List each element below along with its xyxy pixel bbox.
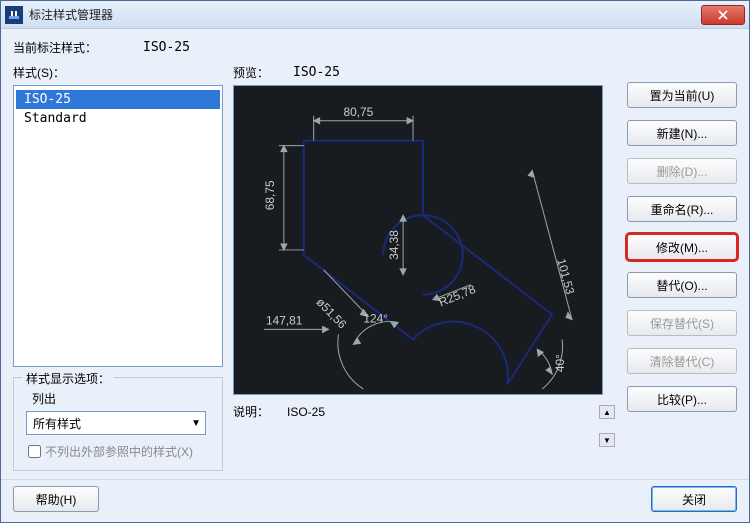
preview-label: 预览： [233, 64, 293, 81]
scroll-down-button[interactable]: ▼ [599, 433, 615, 447]
current-style-label: 当前标注样式： [13, 39, 143, 56]
left-column: 样式(S)： ISO-25 Standard 样式显示选项： 列出 所有样式 ▼… [13, 64, 223, 471]
scroll-up-button[interactable]: ▲ [599, 405, 615, 419]
close-button[interactable]: 关闭 [651, 486, 737, 512]
help-button[interactable]: 帮助(H) [13, 486, 99, 512]
svg-text:80,75: 80,75 [343, 105, 373, 119]
title-bar: 标注样式管理器 [1, 1, 749, 29]
close-icon [717, 10, 729, 20]
svg-text:68,75: 68,75 [263, 180, 277, 210]
exclude-xref-checkbox[interactable] [28, 445, 41, 458]
save-override-button: 保存替代(S) [627, 310, 737, 336]
list-item[interactable]: ISO-25 [16, 90, 220, 109]
exclude-xref-checkbox-row[interactable]: 不列出外部参照中的样式(X) [28, 443, 214, 460]
list-item[interactable]: Standard [16, 109, 220, 128]
footer-spacer [99, 486, 651, 512]
compare-button[interactable]: 比较(P)... [627, 386, 737, 412]
display-options-legend: 样式显示选项： [22, 370, 114, 387]
list-sub-label: 列出 [32, 390, 214, 407]
new-button[interactable]: 新建(N)... [627, 120, 737, 146]
set-current-button[interactable]: 置为当前(U) [627, 82, 737, 108]
description-box: ISO-25 ▲ ▼ [283, 403, 617, 449]
window-title: 标注样式管理器 [29, 6, 701, 23]
preview-canvas: 80,75 68,75 34,38 101,53 ø51,56 R25,78 1… [233, 85, 603, 395]
svg-text:R25,78: R25,78 [437, 282, 478, 310]
clear-override-button: 清除替代(C) [627, 348, 737, 374]
description-row: 说明： ISO-25 ▲ ▼ [233, 403, 617, 449]
preview-style-name: ISO-25 [293, 65, 340, 80]
svg-text:34,38: 34,38 [387, 230, 401, 260]
close-window-button[interactable] [701, 5, 745, 25]
current-style-value: ISO-25 [143, 40, 190, 55]
dialog-footer: 帮助(H) 关闭 [1, 479, 749, 522]
app-icon [5, 6, 23, 24]
middle-column: 预览： ISO-25 [233, 64, 617, 471]
description-text: ISO-25 [287, 405, 325, 419]
delete-button: 删除(D)... [627, 158, 737, 184]
svg-text:40°: 40° [553, 354, 567, 372]
dialog-body: 当前标注样式： ISO-25 样式(S)： ISO-25 Standard 样式… [1, 29, 749, 479]
exclude-xref-label: 不列出外部参照中的样式(X) [45, 443, 193, 460]
display-options-group: 样式显示选项： 列出 所有样式 ▼ 不列出外部参照中的样式(X) [13, 377, 223, 471]
styles-label: 样式(S)： [13, 64, 223, 81]
dialog-window: 标注样式管理器 当前标注样式： ISO-25 样式(S)： ISO-25 Sta… [0, 0, 750, 523]
preview-drawing: 80,75 68,75 34,38 101,53 ø51,56 R25,78 1… [234, 86, 602, 394]
svg-text:147,81: 147,81 [266, 313, 303, 327]
main-area: 样式(S)： ISO-25 Standard 样式显示选项： 列出 所有样式 ▼… [13, 64, 737, 471]
chevron-down-icon: ▼ [191, 418, 201, 429]
override-button[interactable]: 替代(O)... [627, 272, 737, 298]
styles-listbox[interactable]: ISO-25 Standard [13, 85, 223, 367]
select-value: 所有样式 [33, 415, 81, 432]
right-button-column: 置为当前(U) 新建(N)... 删除(D)... 重命名(R)... 修改(M… [627, 64, 737, 471]
list-filter-select[interactable]: 所有样式 ▼ [26, 411, 206, 435]
rename-button[interactable]: 重命名(R)... [627, 196, 737, 222]
modify-button[interactable]: 修改(M)... [627, 234, 737, 260]
description-label: 说明： [233, 403, 283, 449]
svg-text:101,53: 101,53 [554, 257, 577, 296]
svg-text:ø51,56: ø51,56 [314, 295, 350, 332]
preview-header: 预览： ISO-25 [233, 64, 617, 81]
svg-text:124°: 124° [363, 311, 388, 325]
current-style-row: 当前标注样式： ISO-25 [13, 39, 737, 56]
